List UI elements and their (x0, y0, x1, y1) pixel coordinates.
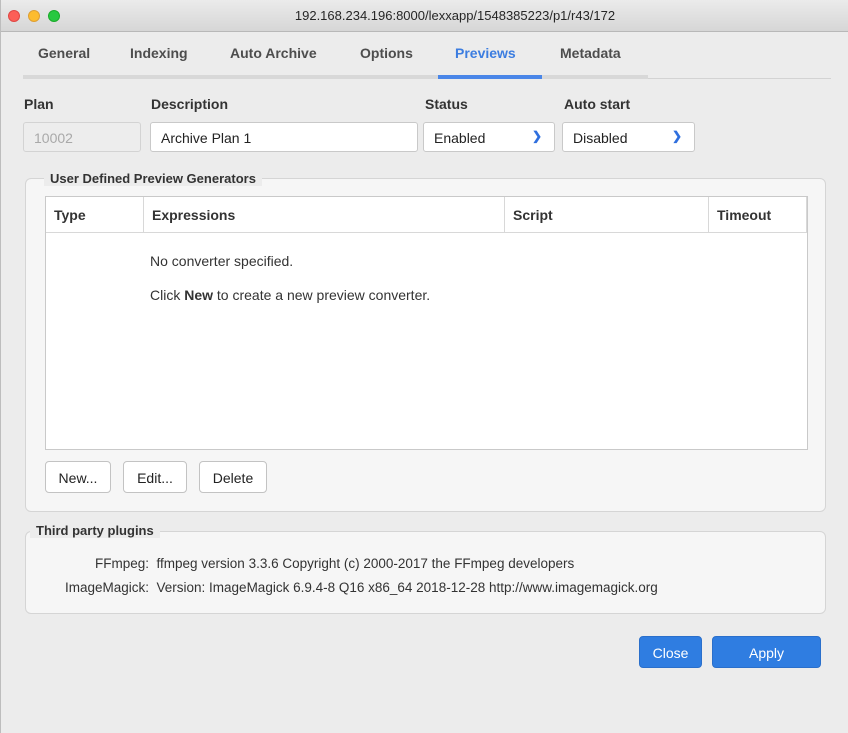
plugin-row-ffmpeg: FFmpeg: ffmpeg version 3.3.6 Copyright (… (32, 556, 574, 571)
plugins-group (25, 531, 826, 614)
plugin-name: ImageMagick: (64, 580, 149, 595)
plan-field: 10002 (23, 122, 141, 152)
autostart-label: Auto start (564, 96, 631, 112)
apply-button[interactable]: Apply (712, 636, 821, 668)
plugins-title: Third party plugins (30, 523, 160, 538)
empty-hint-new: New (184, 287, 214, 303)
column-type[interactable]: Type (46, 197, 144, 233)
title-bar[interactable]: 192.168.234.196:8000/lexxapp/1548385223/… (1, 0, 848, 32)
active-tab-indicator (438, 75, 542, 79)
tab-bar: General Indexing Auto Archive Options Pr… (23, 33, 831, 79)
tab-bar-track (23, 75, 648, 79)
chevron-down-icon: ❯ (531, 129, 542, 143)
plugin-version: ffmpeg version 3.3.6 Copyright (c) 2000-… (156, 556, 575, 571)
description-label: Description (151, 96, 229, 112)
plan-label: Plan (24, 96, 54, 112)
tab-indexing[interactable]: Indexing (130, 45, 188, 78)
empty-message: No converter specified. (150, 253, 294, 269)
empty-hint: Click New to create a new preview conver… (150, 287, 430, 303)
column-script[interactable]: Script (505, 197, 709, 233)
new-button[interactable]: New... (45, 461, 111, 493)
tab-options[interactable]: Options (360, 45, 413, 78)
preferences-window: 192.168.234.196:8000/lexxapp/1548385223/… (0, 0, 848, 733)
tab-auto-archive[interactable]: Auto Archive (230, 45, 317, 78)
tab-previews[interactable]: Previews (455, 45, 516, 78)
plugin-name: FFmpeg: (94, 556, 149, 571)
column-expressions[interactable]: Expressions (144, 197, 505, 233)
empty-hint-prefix: Click (150, 287, 185, 303)
plugin-version: Version: ImageMagick 6.9.4-8 Q16 x86_64 … (156, 580, 658, 595)
edit-button[interactable]: Edit... (123, 461, 187, 493)
status-label: Status (425, 96, 468, 112)
autostart-select-value: Disabled (573, 130, 628, 146)
status-select[interactable]: Enabled ❯ (423, 122, 555, 152)
preview-generators-title: User Defined Preview Generators (44, 171, 262, 186)
tab-general[interactable]: General (38, 45, 90, 78)
autostart-select[interactable]: Disabled ❯ (562, 122, 695, 152)
empty-hint-suffix: to create a new preview converter. (213, 287, 431, 303)
chevron-down-icon: ❯ (671, 129, 682, 143)
column-timeout[interactable]: Timeout (709, 197, 807, 233)
generators-table[interactable]: Type Expressions Script Timeout No conve… (45, 196, 808, 450)
description-field[interactable]: Archive Plan 1 (150, 122, 418, 152)
delete-button[interactable]: Delete (199, 461, 267, 493)
plugin-row-imagemagick: ImageMagick: Version: ImageMagick 6.9.4-… (32, 580, 658, 595)
status-select-value: Enabled (434, 130, 486, 146)
close-button[interactable]: Close (639, 636, 702, 668)
tab-metadata[interactable]: Metadata (560, 45, 621, 78)
window-title: 192.168.234.196:8000/lexxapp/1548385223/… (294, 8, 616, 23)
